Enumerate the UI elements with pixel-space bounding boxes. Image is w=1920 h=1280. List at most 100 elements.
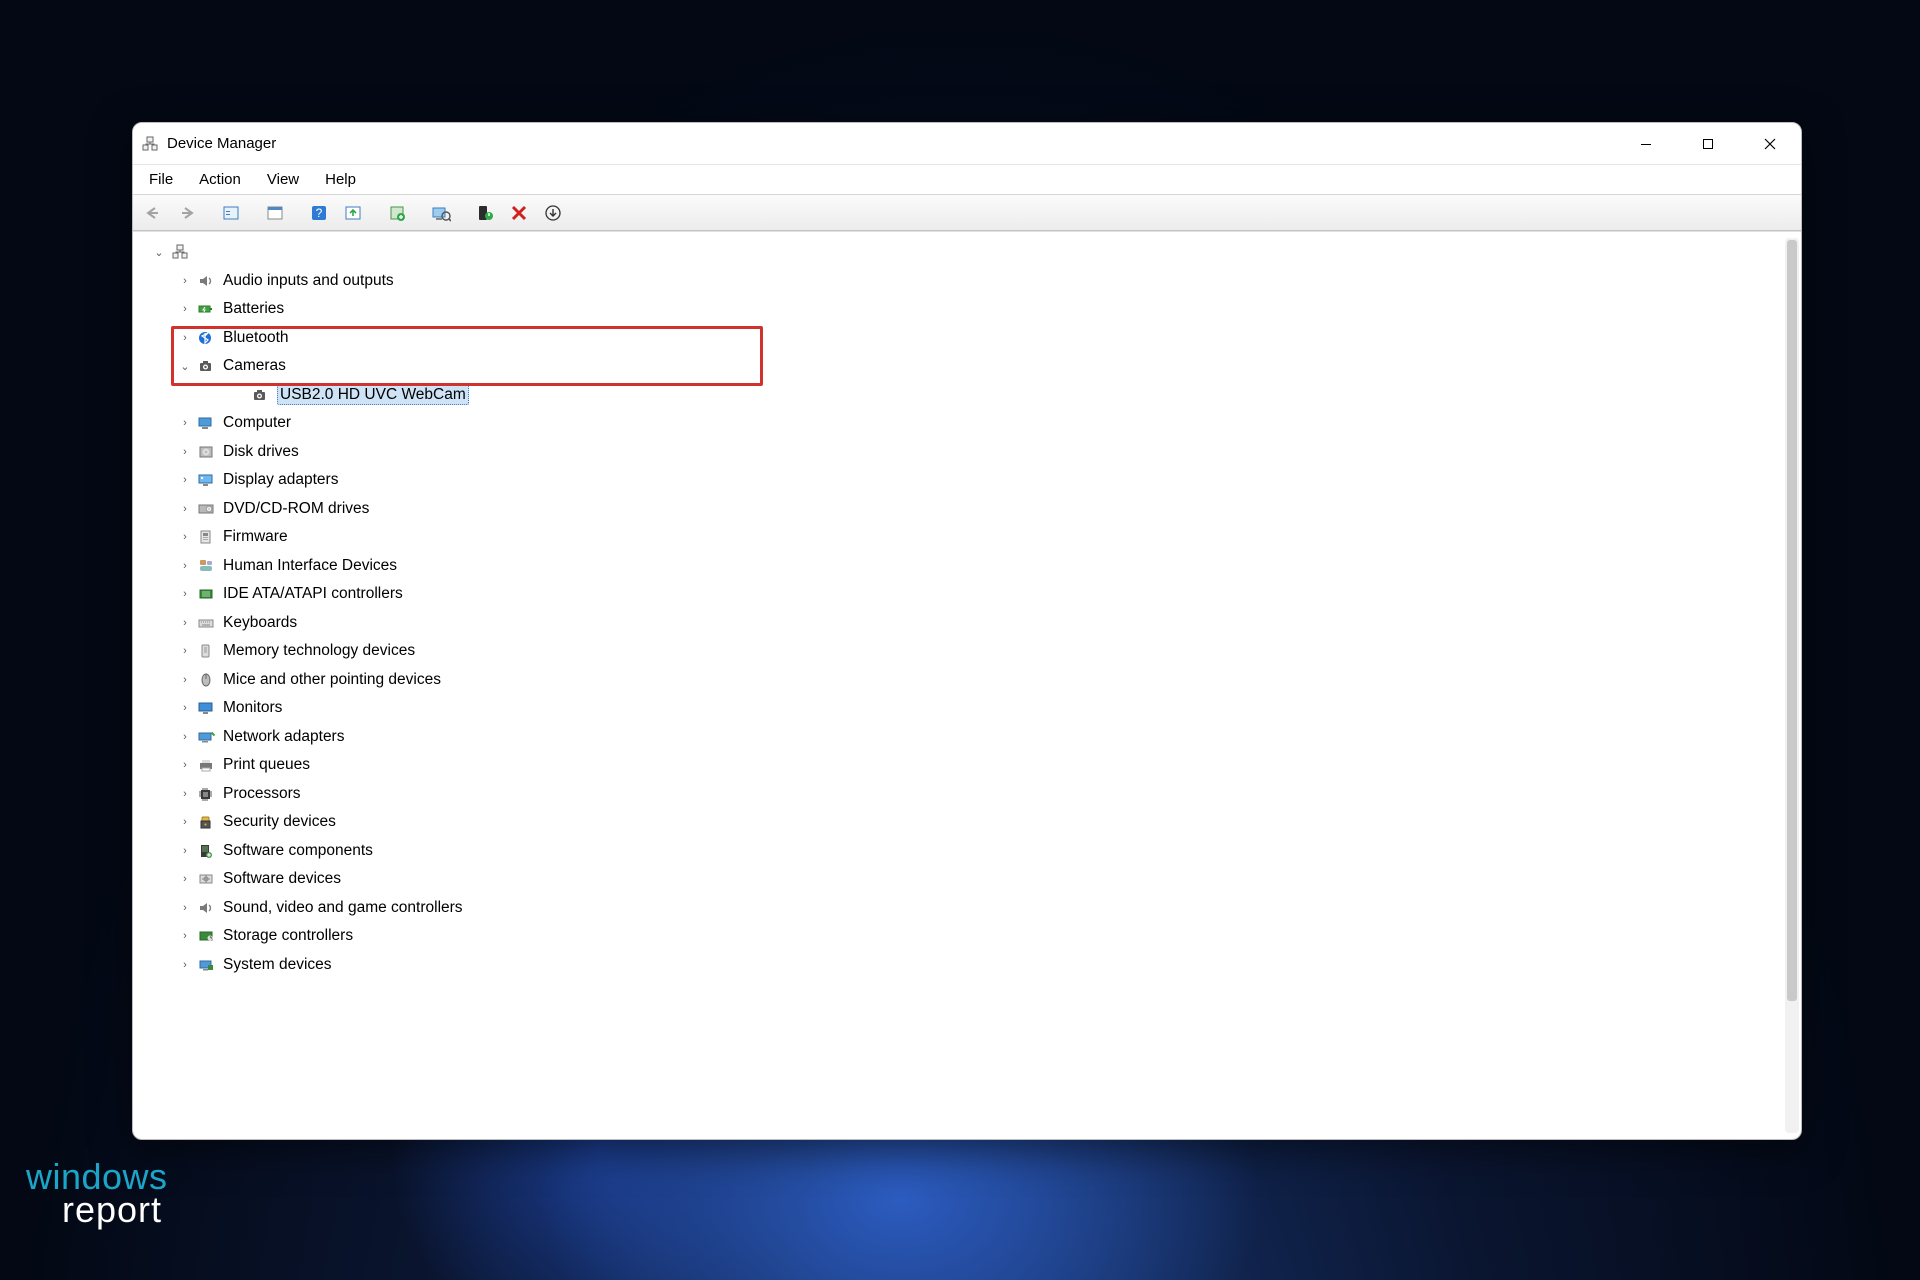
tree-item-ide-ata-atapi-controllers[interactable]: › IDE ATA/ATAPI controllers [133, 580, 1781, 609]
tree-item-label: System devices [223, 956, 332, 974]
tree-item-software-devices[interactable]: › Software devices [133, 865, 1781, 894]
chevron-right-icon[interactable]: › [177, 301, 193, 317]
menu-view[interactable]: View [261, 169, 305, 190]
hid-icon [195, 556, 217, 576]
tree-item-audio-inputs-and-outputs[interactable]: › Audio inputs and outputs [133, 267, 1781, 296]
tree-item-label: Memory technology devices [223, 642, 415, 660]
chevron-right-icon[interactable]: › [177, 871, 193, 887]
tree-item-batteries[interactable]: › Batteries [133, 295, 1781, 324]
scrollbar[interactable] [1785, 238, 1799, 1133]
tool-down-arrow-icon[interactable] [537, 199, 569, 227]
firmware-icon [195, 527, 217, 547]
tree-item-label: Bluetooth [223, 329, 289, 347]
chevron-right-icon[interactable]: › [177, 928, 193, 944]
system-icon [195, 955, 217, 975]
chevron-right-icon[interactable]: › [177, 700, 193, 716]
tree-item-processors[interactable]: › Processors [133, 780, 1781, 809]
tree-item-firmware[interactable]: › Firmware [133, 523, 1781, 552]
chevron-right-icon[interactable]: › [177, 814, 193, 830]
tree-item-label: DVD/CD-ROM drives [223, 500, 369, 518]
chevron-down-icon[interactable]: ⌄ [177, 358, 193, 374]
minimize-button[interactable] [1615, 123, 1677, 165]
chevron-right-icon[interactable]: › [177, 786, 193, 802]
tree-item-system-devices[interactable]: › System devices [133, 951, 1781, 980]
printer-icon [195, 755, 217, 775]
chevron-right-icon[interactable]: › [177, 586, 193, 602]
chevron-right-icon[interactable]: › [177, 558, 193, 574]
monitor-icon [195, 698, 217, 718]
tree-item-label: Storage controllers [223, 927, 353, 945]
battery-icon [195, 299, 217, 319]
chevron-right-icon[interactable]: › [177, 672, 193, 688]
speaker-icon [195, 271, 217, 291]
tree-item-computer[interactable]: › Computer [133, 409, 1781, 438]
tree-item-software-components[interactable]: › Software components [133, 837, 1781, 866]
app-icon [141, 135, 159, 153]
tree-item-keyboards[interactable]: › Keyboards [133, 609, 1781, 638]
bluetooth-icon [195, 328, 217, 348]
titlebar: Device Manager [133, 123, 1801, 165]
tree-item-security-devices[interactable]: › Security devices [133, 808, 1781, 837]
tool-help-icon[interactable]: ? [303, 199, 335, 227]
tool-uninstall-icon[interactable] [503, 199, 535, 227]
tree-item-disk-drives[interactable]: › Disk drives [133, 438, 1781, 467]
chevron-right-icon[interactable]: › [177, 615, 193, 631]
chevron-down-icon[interactable]: ⌄ [151, 244, 167, 260]
tree-item-network-adapters[interactable]: › Network adapters [133, 723, 1781, 752]
chevron-right-icon[interactable]: › [177, 501, 193, 517]
chevron-right-icon[interactable]: › [177, 415, 193, 431]
cdrom-icon [195, 499, 217, 519]
tree-child-label: USB2.0 HD UVC WebCam [277, 385, 469, 405]
tool-disable-icon[interactable] [469, 199, 501, 227]
tree-child-usb2-0-hd-uvc-webcam[interactable]: USB2.0 HD UVC WebCam [133, 381, 1781, 410]
tool-back-icon[interactable] [137, 199, 169, 227]
tree-item-label: Processors [223, 785, 301, 803]
watermark-logo: windows report [26, 1161, 168, 1226]
chevron-right-icon[interactable]: › [177, 444, 193, 460]
menu-file[interactable]: File [143, 169, 179, 190]
chevron-right-icon[interactable]: › [177, 900, 193, 916]
chevron-right-icon[interactable]: › [177, 757, 193, 773]
tree-item-sound-video-and-game-controllers[interactable]: › Sound, video and game controllers [133, 894, 1781, 923]
tree-item-monitors[interactable]: › Monitors [133, 694, 1781, 723]
tree-item-cameras[interactable]: ⌄ Cameras [133, 352, 1781, 381]
chevron-right-icon[interactable]: › [177, 330, 193, 346]
tree-item-storage-controllers[interactable]: › Storage controllers [133, 922, 1781, 951]
scrollbar-thumb[interactable] [1787, 240, 1797, 1001]
tree-item-display-adapters[interactable]: › Display adapters [133, 466, 1781, 495]
tree-item-print-queues[interactable]: › Print queues [133, 751, 1781, 780]
chevron-right-icon[interactable]: › [177, 643, 193, 659]
tree-item-label: Keyboards [223, 614, 297, 632]
chevron-right-icon[interactable]: › [177, 843, 193, 859]
tool-add-legacy-icon[interactable] [381, 199, 413, 227]
mouse-icon [195, 670, 217, 690]
tree-item-memory-technology-devices[interactable]: › Memory technology devices [133, 637, 1781, 666]
chevron-right-icon[interactable]: › [177, 729, 193, 745]
tool-show-hidden-icon[interactable] [215, 199, 247, 227]
tree-item-human-interface-devices[interactable]: › Human Interface Devices [133, 552, 1781, 581]
chevron-right-icon[interactable]: › [177, 273, 193, 289]
chevron-right-icon[interactable]: › [177, 957, 193, 973]
chevron-right-icon[interactable]: › [177, 472, 193, 488]
tree-item-dvd-cd-rom-drives[interactable]: › DVD/CD-ROM drives [133, 495, 1781, 524]
tree-root[interactable]: ⌄ [133, 238, 1781, 267]
tree-item-label: IDE ATA/ATAPI controllers [223, 585, 403, 603]
device-tree-container: ⌄ › Audio inputs and outputs› Batteries›… [133, 231, 1801, 1139]
tool-update-driver-icon[interactable] [337, 199, 369, 227]
tree-item-label: Software devices [223, 870, 341, 888]
menu-help[interactable]: Help [319, 169, 362, 190]
network-icon [195, 727, 217, 747]
tool-scan-icon[interactable] [425, 199, 457, 227]
tool-properties-icon[interactable] [259, 199, 291, 227]
close-button[interactable] [1739, 123, 1801, 165]
tool-forward-icon[interactable] [171, 199, 203, 227]
tree-item-label: Network adapters [223, 728, 344, 746]
maximize-button[interactable] [1677, 123, 1739, 165]
device-tree[interactable]: ⌄ › Audio inputs and outputs› Batteries›… [133, 232, 1781, 1139]
camera-icon [195, 356, 217, 376]
tree-item-label: Security devices [223, 813, 336, 831]
tree-item-mice-and-other-pointing-devices[interactable]: › Mice and other pointing devices [133, 666, 1781, 695]
menu-action[interactable]: Action [193, 169, 247, 190]
tree-item-bluetooth[interactable]: › Bluetooth [133, 324, 1781, 353]
chevron-right-icon[interactable]: › [177, 529, 193, 545]
